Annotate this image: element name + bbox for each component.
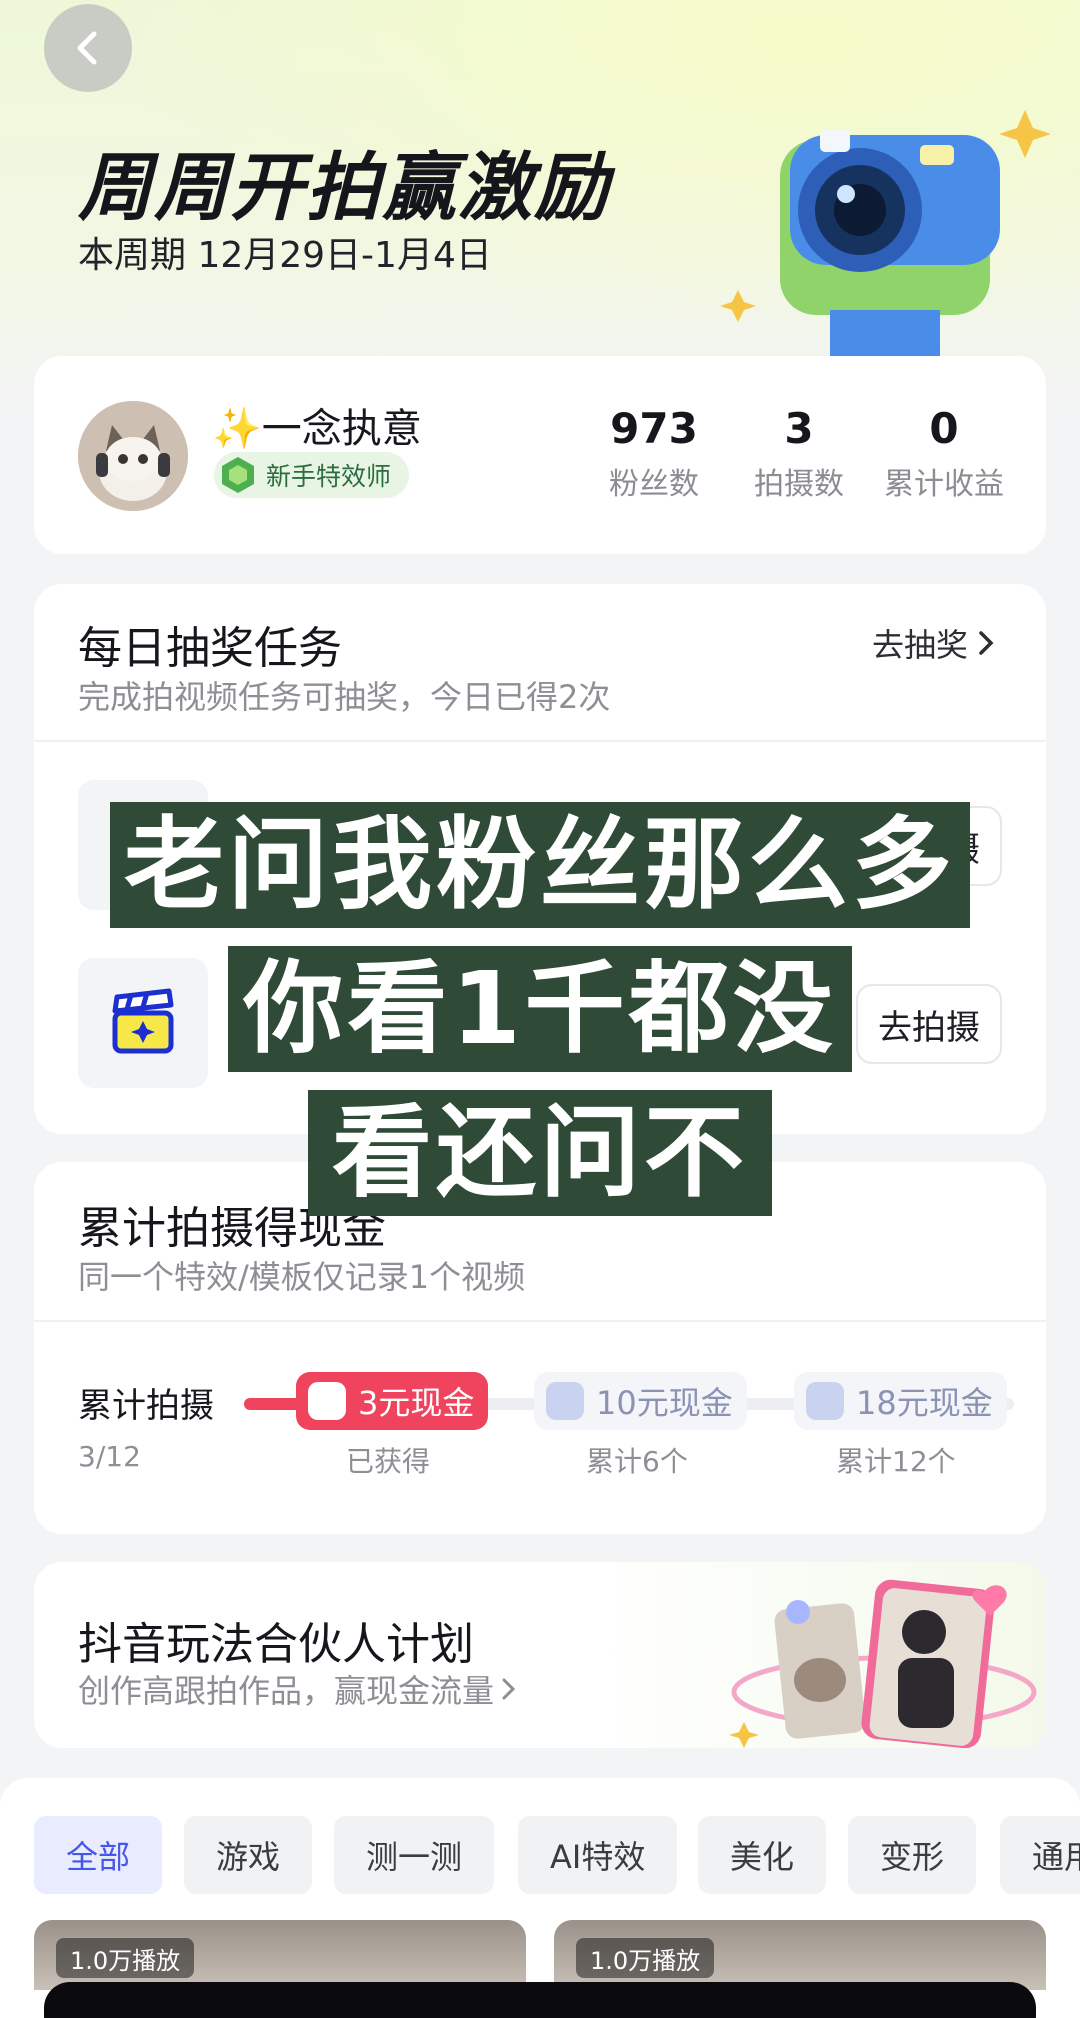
play-count-tag: 1.0万播放 <box>56 1938 195 1978</box>
tab-transform[interactable]: 变形 <box>848 1816 977 1894</box>
stat-earnings[interactable]: 0 累计收益 <box>854 404 1034 503</box>
tab-ai-effects[interactable]: AI特效 <box>518 1816 678 1894</box>
overlay-caption-line-3: 看还问不 <box>308 1090 772 1216</box>
tab-general[interactable]: 通用 <box>1000 1816 1080 1894</box>
red-packet-icon <box>308 1382 346 1420</box>
reward-3-yuan[interactable]: 3元现金 <box>296 1372 489 1430</box>
reward-note: 已获得 <box>346 1445 431 1478</box>
reward-label: 10元现金 <box>596 1384 733 1422</box>
bottom-bar <box>44 1982 1036 2018</box>
partner-illustration <box>729 1579 1037 1748</box>
partner-plan-card[interactable]: 抖音玩法合伙人计划 创作高跟拍作品，赢现金流量 <box>34 1562 1046 1748</box>
section-subtitle: 创作高跟拍作品，赢现金流量 <box>78 1666 518 1712</box>
tab-games[interactable]: 游戏 <box>184 1816 313 1894</box>
chevron-right-icon <box>979 631 994 655</box>
divider <box>34 1320 1046 1322</box>
page-title: 周周开拍赢激励 <box>78 145 610 231</box>
avatar[interactable] <box>78 401 188 511</box>
go-lottery-label: 去抽奖 <box>871 626 968 664</box>
tab-all[interactable]: 全部 <box>34 1816 163 1894</box>
progress-label: 累计拍摄 <box>78 1386 214 1426</box>
overlay-caption-line-2: 你看1千都没 <box>228 946 852 1072</box>
red-packet-icon <box>546 1382 584 1420</box>
partner-subtitle: 创作高跟拍作品，赢现金流量 <box>78 1672 495 1710</box>
play-count-tag: 1.0万播放 <box>576 1938 715 1978</box>
reward-label: 18元现金 <box>856 1384 993 1422</box>
chevron-right-icon <box>502 1678 516 1700</box>
badge-label: 新手特效师 <box>266 462 392 491</box>
progress-count: 3/12 <box>78 1440 141 1473</box>
go-lottery-link[interactable]: 去抽奖 <box>872 620 996 666</box>
reward-label: 3元现金 <box>358 1384 475 1422</box>
section-subtitle: 完成拍视频任务可抽奖，今日已得2次 <box>78 678 611 716</box>
red-packet-icon <box>806 1382 844 1420</box>
reward-note: 累计6个 <box>586 1445 688 1478</box>
chevron-left-icon <box>77 31 97 65</box>
tab-quiz[interactable]: 测一测 <box>334 1816 495 1894</box>
period-subtitle: 本周期 12月29日-1月4日 <box>78 235 492 276</box>
feed-card-thumbnail[interactable]: 1.0万播放 <box>554 1920 1046 1990</box>
tab-beautify[interactable]: 美化 <box>698 1816 827 1894</box>
username: ✨一念执意 <box>212 406 422 452</box>
cat-avatar-image <box>78 401 188 511</box>
stat-label: 累计收益 <box>884 467 1004 502</box>
task-icon-box <box>78 958 208 1088</box>
cumulative-reward-card: 累计拍摄得现金 同一个特效/模板仅记录1个视频 累计拍摄 3/12 3元现金 已… <box>34 1162 1046 1534</box>
go-shoot-label: 去拍摄 <box>878 1007 980 1048</box>
profile-card: ✨一念执意 新手特效师 973 粉丝数 3 拍摄数 0 累计收益 <box>34 356 1046 554</box>
section-title: 抖音玩法合伙人计划 <box>78 1619 474 1670</box>
divider <box>34 740 1046 742</box>
feed-card-thumbnail[interactable]: 1.0万播放 <box>34 1920 526 1990</box>
overlay-caption-line-1: 老问我粉丝那么多 <box>110 802 970 928</box>
stat-value: 0 <box>929 404 959 453</box>
reward-note: 累计12个 <box>836 1445 956 1478</box>
camera-illustration <box>720 110 1050 360</box>
reward-18-yuan[interactable]: 18元现金 <box>794 1372 1007 1430</box>
section-title: 每日抽奖任务 <box>78 623 342 674</box>
section-subtitle: 同一个特效/模板仅记录1个视频 <box>78 1258 526 1296</box>
level-badge: 新手特效师 <box>214 452 410 498</box>
reward-10-yuan[interactable]: 10元现金 <box>534 1372 747 1430</box>
page: 周周开拍赢激励 本周期 12月29日-1月4日 ✨一念执意 新手特效师 973 … <box>0 0 1080 2018</box>
go-shoot-button[interactable]: 去拍摄 <box>856 984 1002 1064</box>
clapperboard-icon <box>112 988 174 1054</box>
gem-icon <box>222 457 254 493</box>
back-button[interactable] <box>44 4 132 92</box>
